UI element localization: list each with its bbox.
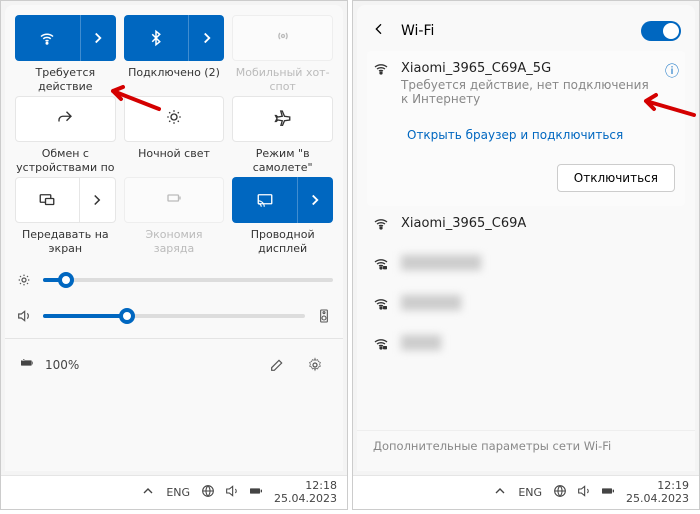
bluetooth-label: Подключено (2)	[124, 66, 225, 96]
network-tray-icon	[200, 483, 216, 502]
volume-thumb[interactable]	[119, 308, 135, 324]
network-name: ██████	[401, 296, 461, 311]
cast-expand[interactable]	[297, 177, 333, 223]
share-label: Обмен с устройствами по	[15, 147, 116, 177]
clock[interactable]: 12:19 25.04.2023	[626, 480, 689, 504]
wifi-panel: Wi-Fi Xiaomi_3965_C69A_5G Требуется дейс…	[352, 0, 700, 510]
battery-tray-icon	[600, 483, 616, 502]
edit-button[interactable]	[263, 351, 291, 379]
network-name: ████████	[401, 256, 481, 271]
cast-tile[interactable]	[232, 177, 333, 223]
airplane-icon	[274, 108, 292, 130]
language-indicator[interactable]: ENG	[166, 486, 190, 499]
info-icon[interactable]: ⓘ	[665, 61, 679, 81]
battery-saver-tile[interactable]	[124, 177, 225, 223]
volume-fill	[43, 314, 127, 318]
bluetooth-tile[interactable]	[124, 15, 225, 61]
date: 25.04.2023	[626, 493, 689, 505]
battery-saver-icon	[165, 189, 183, 211]
language-indicator[interactable]: ENG	[518, 486, 542, 499]
disconnect-button[interactable]: Отключиться	[557, 164, 675, 192]
time: 12:19	[626, 480, 689, 492]
audio-output-button[interactable]	[315, 308, 333, 324]
battery-tray-icon	[248, 483, 264, 502]
network-list: Xiaomi_3965_C69A_5G Требуется действие, …	[367, 51, 685, 430]
system-tray[interactable]	[552, 483, 616, 502]
network-item[interactable]: ████	[367, 326, 685, 366]
tray-chevron-icon[interactable]	[140, 483, 156, 502]
back-button[interactable]	[371, 21, 387, 41]
quick-settings-body: Требуется действие Подключено (2) Мобиль…	[5, 5, 343, 471]
time: 12:18	[274, 480, 337, 492]
project-tile[interactable]	[15, 177, 116, 223]
open-browser-link[interactable]: Открыть браузер и подключиться	[407, 128, 679, 142]
cast-icon	[232, 177, 297, 223]
wifi-signal-lock-icon	[373, 336, 389, 356]
wifi-signal-icon	[373, 61, 389, 81]
wifi-expand[interactable]	[80, 15, 116, 61]
brightness-thumb[interactable]	[58, 272, 74, 288]
battery-text: 100%	[45, 358, 79, 372]
volume-tray-icon	[576, 483, 592, 502]
nightlight-tile[interactable]	[124, 96, 225, 142]
share-icon	[56, 108, 74, 130]
quick-settings-panel: Требуется действие Подключено (2) Мобиль…	[0, 0, 348, 510]
network-item[interactable]: ████████	[367, 246, 685, 286]
hotspot-tile[interactable]	[232, 15, 333, 61]
hotspot-label: Мобильный хот-спот	[232, 66, 333, 96]
network-tray-icon	[552, 483, 568, 502]
cast-label: Проводной дисплей	[232, 228, 333, 258]
network-item[interactable]: Xiaomi_3965_C69A	[367, 206, 685, 246]
volume-tray-icon	[224, 483, 240, 502]
project-icon	[16, 178, 79, 222]
wifi-tile[interactable]	[15, 15, 116, 61]
divider	[5, 338, 343, 339]
wifi-title: Wi-Fi	[401, 23, 627, 39]
network-item-current[interactable]: Xiaomi_3965_C69A_5G Требуется действие, …	[367, 51, 685, 206]
wifi-signal-icon	[373, 216, 389, 236]
network-name: Xiaomi_3965_C69A	[401, 216, 526, 231]
wifi-label: Требуется действие	[15, 66, 116, 96]
hotspot-icon	[274, 27, 292, 49]
quick-actions-row-1	[15, 15, 333, 61]
bluetooth-expand[interactable]	[188, 15, 224, 61]
battery-saver-label: Экономия заряда	[124, 228, 225, 258]
wifi-signal-lock-icon	[373, 256, 389, 276]
brightness-track[interactable]	[43, 278, 333, 282]
system-tray[interactable]	[200, 483, 264, 502]
volume-slider[interactable]	[15, 302, 333, 330]
battery-status-icon	[19, 355, 35, 375]
network-name: Xiaomi_3965_C69A_5G	[401, 61, 653, 76]
volume-icon	[15, 308, 33, 324]
date: 25.04.2023	[274, 493, 337, 505]
network-name: ████	[401, 336, 441, 351]
network-item[interactable]: ██████	[367, 286, 685, 326]
wifi-more-settings[interactable]: Дополнительные параметры сети Wi-Fi	[357, 430, 695, 461]
tray-chevron-icon[interactable]	[492, 483, 508, 502]
project-label: Передавать на экран	[15, 228, 116, 258]
bluetooth-icon	[124, 15, 189, 61]
clock[interactable]: 12:18 25.04.2023	[274, 480, 337, 504]
nearby-share-tile[interactable]	[15, 96, 116, 142]
wifi-body: Wi-Fi Xiaomi_3965_C69A_5G Требуется дейс…	[357, 5, 695, 471]
taskbar-right: ENG 12:19 25.04.2023	[353, 475, 699, 509]
nightlight-label: Ночной свет	[124, 147, 225, 177]
wifi-toggle[interactable]	[641, 21, 681, 41]
volume-track[interactable]	[43, 314, 305, 318]
wifi-signal-lock-icon	[373, 296, 389, 316]
brightness-icon	[15, 272, 33, 288]
project-expand[interactable]	[79, 178, 115, 222]
taskbar-left: ENG 12:18 25.04.2023	[1, 475, 347, 509]
quick-settings-footer: 100%	[15, 347, 333, 383]
network-status: Требуется действие, нет подключения к Ин…	[401, 78, 653, 106]
brightness-slider[interactable]	[15, 266, 333, 294]
airplane-tile[interactable]	[232, 96, 333, 142]
wifi-header: Wi-Fi	[367, 15, 685, 51]
settings-button[interactable]	[301, 351, 329, 379]
wifi-icon	[15, 15, 80, 61]
airplane-label: Режим "в самолете"	[232, 147, 333, 177]
nightlight-icon	[165, 108, 183, 130]
